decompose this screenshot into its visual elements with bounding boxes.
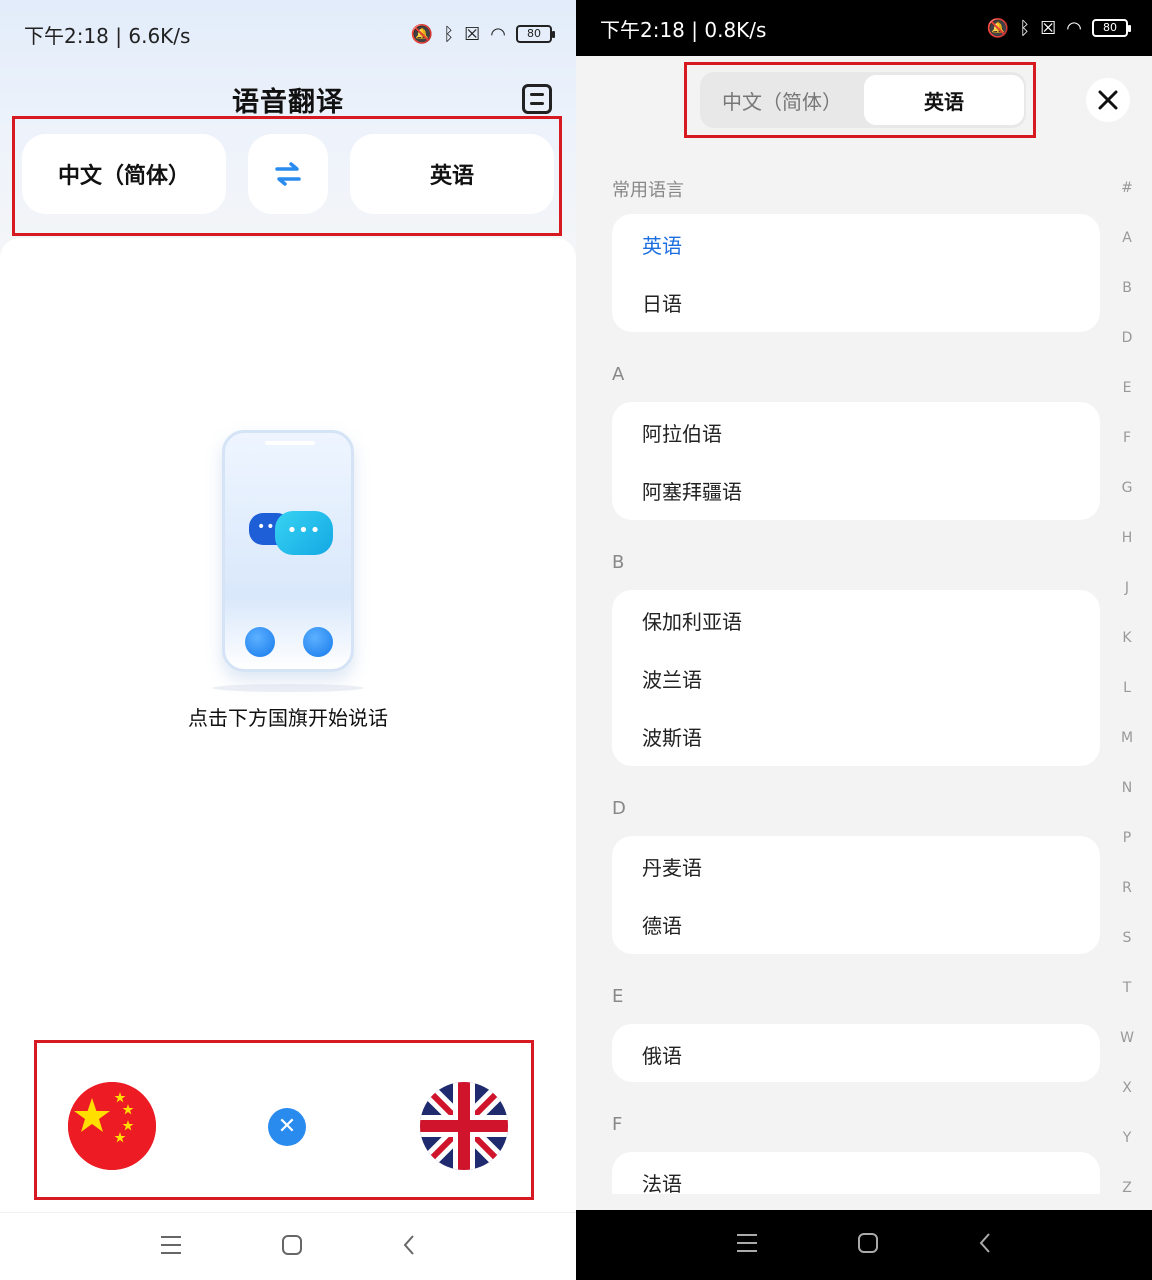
history-icon[interactable] — [522, 84, 552, 114]
index-letter[interactable]: J — [1118, 580, 1136, 596]
mute-bell-icon: 🔕 — [410, 23, 434, 45]
status-time: 下午2:18 | 0.8K/s — [600, 17, 767, 42]
index-letter[interactable]: Z — [1118, 1180, 1136, 1196]
status-icons: 🔕 ᛒ ☒ ◠ 80 — [410, 23, 555, 45]
system-nav-bar — [0, 1212, 576, 1280]
language-card-b: 保加利亚语 波兰语 波斯语 — [612, 590, 1100, 766]
language-card-f: 法语 — [612, 1152, 1100, 1194]
index-letter[interactable]: N — [1118, 780, 1136, 796]
illustration-shadow — [212, 684, 364, 692]
china-flag-icon — [68, 1082, 156, 1170]
wifi-icon: ◠ — [490, 23, 506, 45]
index-letter[interactable]: E — [1118, 380, 1136, 396]
status-bar: 下午2:18 | 0.8K/s 🔕 ᛒ ☒ ◠ 80 — [576, 0, 1152, 56]
section-title-b: B — [612, 552, 625, 573]
index-letter[interactable]: L — [1118, 680, 1136, 696]
list-item[interactable]: 波斯语 — [642, 722, 702, 751]
start-hint-text: 点击下方国旗开始说话 — [188, 706, 388, 730]
system-nav-bar — [576, 1210, 1152, 1280]
phone-dot-right — [303, 627, 333, 657]
status-time: 下午2:18 | 6.6K/s — [24, 23, 191, 48]
tab-target-language[interactable]: 英语 — [864, 75, 1024, 125]
close-icon — [1098, 90, 1118, 110]
language-picker-screen: 下午2:18 | 0.8K/s 🔕 ᛒ ☒ ◠ 80 中文（简体） 英语 常用语… — [576, 0, 1152, 1280]
menu-icon[interactable] — [735, 1232, 759, 1258]
sim-off-icon: ☒ — [464, 23, 481, 45]
index-letter[interactable]: M — [1118, 730, 1136, 746]
menu-icon[interactable] — [159, 1234, 183, 1260]
back-icon[interactable] — [401, 1234, 417, 1260]
list-item[interactable]: 阿拉伯语 — [642, 418, 722, 447]
index-letter[interactable]: G — [1118, 480, 1136, 496]
phone-illustration: ••• ••• — [222, 430, 354, 672]
index-letter[interactable]: R — [1118, 880, 1136, 896]
voice-translate-screen: 下午2:18 | 6.6K/s 🔕 ᛒ ☒ ◠ 80 语音翻译 中文（简体） 英… — [0, 0, 576, 1280]
language-side-tabs: 中文（简体） 英语 — [700, 72, 1026, 128]
index-letter[interactable]: H — [1118, 530, 1136, 546]
close-icon: ✕ — [277, 1114, 297, 1139]
bluetooth-icon: ᛒ — [443, 23, 455, 45]
uk-flag-button[interactable] — [420, 1082, 508, 1170]
language-list: 常用语言 英语 日语 A 阿拉伯语 阿塞拜疆语 B 保加利亚语 波兰语 波斯语 … — [576, 160, 1152, 1194]
list-item[interactable]: 英语 — [642, 230, 682, 259]
tab-source-language[interactable]: 中文（简体） — [702, 75, 862, 125]
index-letter[interactable]: A — [1118, 230, 1136, 246]
index-letter[interactable]: P — [1118, 830, 1136, 846]
mute-bell-icon: 🔕 — [986, 17, 1010, 39]
language-card-e: 俄语 — [612, 1024, 1100, 1082]
list-item[interactable]: 波兰语 — [642, 664, 702, 693]
battery-icon: 80 — [516, 25, 555, 43]
list-item[interactable]: 日语 — [642, 288, 682, 317]
index-letter[interactable]: F — [1118, 430, 1136, 446]
language-card-d: 丹麦语 德语 — [612, 836, 1100, 954]
section-title-f: F — [612, 1114, 623, 1135]
chat-bubble-icon-front: ••• — [275, 511, 333, 555]
list-item[interactable]: 丹麦语 — [642, 852, 702, 881]
page-title: 语音翻译 — [232, 87, 344, 118]
back-icon[interactable] — [977, 1232, 993, 1258]
section-title-a: A — [612, 364, 625, 385]
swap-icon — [275, 162, 301, 186]
phone-notch — [265, 441, 315, 445]
close-button[interactable] — [1086, 78, 1130, 122]
section-title-e: E — [612, 986, 624, 1007]
target-language-button[interactable]: 英语 — [350, 134, 554, 214]
clear-button[interactable]: ✕ — [268, 1108, 306, 1146]
wifi-icon: ◠ — [1066, 17, 1082, 39]
source-language-button[interactable]: 中文（简体） — [22, 134, 226, 214]
index-letter[interactable]: W — [1118, 1030, 1136, 1046]
language-card-common: 英语 日语 — [612, 214, 1100, 332]
sim-off-icon: ☒ — [1040, 17, 1057, 39]
uk-flag-icon — [420, 1082, 508, 1170]
index-letter[interactable]: Y — [1118, 1130, 1136, 1146]
list-item[interactable]: 阿塞拜疆语 — [642, 476, 742, 505]
language-card-a: 阿拉伯语 阿塞拜疆语 — [612, 402, 1100, 520]
battery-icon: 80 — [1092, 19, 1131, 37]
home-icon[interactable] — [281, 1234, 303, 1260]
index-letter[interactable]: # — [1118, 180, 1136, 196]
china-flag-button[interactable] — [68, 1082, 156, 1170]
list-item[interactable]: 德语 — [642, 910, 682, 939]
bluetooth-icon: ᛒ — [1019, 17, 1031, 39]
phone-dot-left — [245, 627, 275, 657]
home-icon[interactable] — [857, 1232, 879, 1258]
swap-languages-button[interactable] — [248, 134, 328, 214]
index-letter[interactable]: D — [1118, 330, 1136, 346]
index-letter[interactable]: X — [1118, 1080, 1136, 1096]
list-item[interactable]: 法语 — [642, 1168, 682, 1194]
status-bar: 下午2:18 | 6.6K/s 🔕 ᛒ ☒ ◠ 80 — [0, 0, 576, 68]
list-item[interactable]: 保加利亚语 — [642, 606, 742, 635]
status-icons: 🔕 ᛒ ☒ ◠ 80 — [986, 17, 1131, 39]
list-item[interactable]: 俄语 — [642, 1040, 682, 1069]
section-title-common: 常用语言 — [612, 180, 684, 201]
section-title-d: D — [612, 798, 626, 819]
index-letter[interactable]: T — [1118, 980, 1136, 996]
index-letter[interactable]: B — [1118, 280, 1136, 296]
index-letter[interactable]: K — [1118, 630, 1136, 646]
index-letter[interactable]: S — [1118, 930, 1136, 946]
